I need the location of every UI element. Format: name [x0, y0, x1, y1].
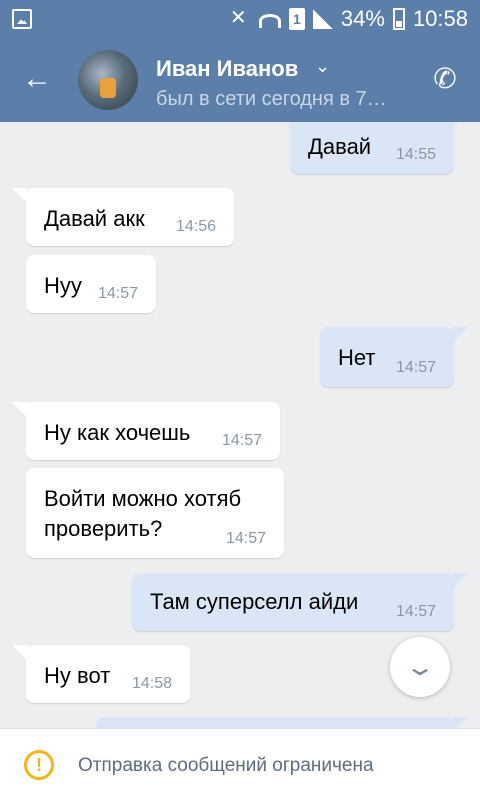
message-time: 14:58 — [131, 675, 172, 692]
signal-icon — [312, 9, 333, 29]
message-time: 14:55 — [395, 146, 436, 163]
image-icon — [12, 9, 32, 29]
message-bubble[interactable]: Нуу 14:57 — [26, 255, 156, 313]
sim-icon: 1 — [288, 8, 305, 30]
warning-icon: ! — [24, 750, 54, 780]
message-time: 14:56 — [175, 218, 216, 235]
wifi-icon — [258, 14, 281, 28]
message-time: 14:57 — [221, 432, 262, 449]
message-time: 14:57 — [395, 603, 436, 620]
message-bubble[interactable]: Ну вот 14:58 — [26, 645, 190, 703]
mute-icon — [229, 5, 251, 30]
last-seen-status: был в сети сегодня в 7… — [156, 88, 387, 110]
message-bubble[interactable]: Нет 14:57 — [320, 327, 454, 387]
back-arrow-icon[interactable]: ← — [22, 64, 52, 94]
restriction-text: Отправка сообщений ограничена — [78, 755, 374, 776]
chevron-down-icon: ⌄ — [403, 653, 437, 681]
message-bubble-partial[interactable] — [96, 717, 454, 728]
message-bubble[interactable]: Давай 14:55 — [290, 122, 454, 174]
status-bar: 1 34% 10:58 — [0, 0, 480, 38]
status-icons: 1 34% 10:58 — [229, 5, 468, 32]
message-text: Ну вот — [44, 663, 111, 688]
battery-percent: 34% — [340, 6, 385, 31]
message-text: Давай — [308, 134, 372, 159]
contact-name[interactable]: Иван Иванов — [156, 56, 298, 82]
message-text: Давай акк — [44, 206, 145, 231]
avatar[interactable] — [78, 50, 138, 110]
message-bubble[interactable]: Войти можно хотяб проверить? 14:57 — [26, 468, 284, 558]
message-list[interactable]: Давай 14:55 Давай акк 14:56 Нуу 14:57 Не… — [0, 122, 480, 728]
message-bubble[interactable]: Там суперселл айди 14:57 — [132, 573, 454, 631]
message-text: Нуу — [44, 273, 82, 298]
message-text: Нет — [338, 345, 376, 370]
chevron-down-icon[interactable]: ⌄ — [315, 56, 330, 77]
message-text: Ну как хочешь — [44, 420, 191, 445]
message-time: 14:57 — [395, 359, 436, 376]
clock: 10:58 — [412, 6, 468, 31]
message-text: Там суперселл айди — [150, 589, 359, 614]
message-bubble[interactable]: Ну как хочешь 14:57 — [26, 402, 280, 460]
message-time: 14:57 — [97, 285, 138, 302]
phone-icon[interactable]: ✆ — [430, 64, 460, 94]
message-time: 14:57 — [225, 530, 266, 547]
restriction-bar: ! Отправка сообщений ограничена — [0, 728, 480, 800]
message-bubble[interactable]: Давай акк 14:56 — [26, 188, 234, 246]
chat-header: ← Иван Иванов ⌄ был в сети сегодня в 7… … — [0, 38, 480, 122]
scroll-down-button[interactable]: ⌄ — [390, 637, 450, 697]
battery-icon — [392, 8, 405, 30]
